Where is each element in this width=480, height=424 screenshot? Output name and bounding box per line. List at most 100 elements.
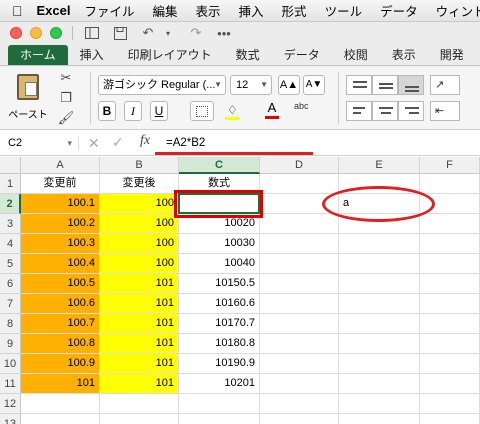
cell-c12[interactable] — [179, 394, 260, 414]
decrease-font-size-button[interactable]: A▼ — [303, 75, 325, 95]
cell-a9[interactable]: 100.8 — [21, 334, 100, 354]
redo-icon[interactable]: ↷ — [187, 25, 205, 41]
cell-e9[interactable] — [339, 334, 420, 354]
cell-b4[interactable]: 100 — [100, 234, 179, 254]
increase-font-size-button[interactable]: A▲ — [278, 75, 300, 95]
row-header-8[interactable]: 8 — [0, 314, 21, 334]
cell-f7[interactable] — [420, 294, 480, 314]
menu-file[interactable]: ファイル — [84, 1, 134, 20]
cell-f4[interactable] — [420, 234, 480, 254]
cell-d6[interactable] — [260, 274, 339, 294]
fill-color-button[interactable]: ♢ — [222, 101, 246, 121]
cell-d11[interactable] — [260, 374, 339, 394]
cell-a3[interactable]: 100.2 — [21, 214, 100, 234]
cell-c8[interactable]: 10170.7 — [179, 314, 260, 334]
cell-e5[interactable] — [339, 254, 420, 274]
cell-b13[interactable] — [100, 414, 179, 424]
column-header-d[interactable]: D — [260, 157, 339, 174]
menu-format[interactable]: 形式 — [282, 1, 307, 20]
row-header-6[interactable]: 6 — [0, 274, 21, 294]
borders-button[interactable] — [190, 101, 214, 121]
column-header-e[interactable]: E — [339, 157, 420, 174]
menu-edit[interactable]: 編集 — [153, 1, 178, 20]
font-size-dropdown[interactable]: 12 ▼ — [230, 75, 272, 95]
tab-formulas[interactable]: 数式 — [224, 45, 272, 65]
save-icon[interactable] — [111, 25, 129, 41]
menu-view[interactable]: 表示 — [196, 1, 221, 20]
cell-a11[interactable]: 101 — [21, 374, 100, 394]
column-header-a[interactable]: A — [21, 157, 100, 174]
cell-c7[interactable]: 10160.6 — [179, 294, 260, 314]
align-left-button[interactable] — [346, 101, 372, 121]
cell-a6[interactable]: 100.5 — [21, 274, 100, 294]
align-right-button[interactable] — [398, 101, 424, 121]
cell-c10[interactable]: 10190.9 — [179, 354, 260, 374]
cell-f1[interactable] — [420, 174, 480, 194]
cell-b9[interactable]: 101 — [100, 334, 179, 354]
tab-data[interactable]: データ — [272, 45, 332, 65]
cell-e13[interactable] — [339, 414, 420, 424]
cell-f12[interactable] — [420, 394, 480, 414]
tab-insert[interactable]: 挿入 — [68, 45, 116, 65]
cell-b3[interactable]: 100 — [100, 214, 179, 234]
cell-d12[interactable] — [260, 394, 339, 414]
cell-d4[interactable] — [260, 234, 339, 254]
align-center-button[interactable] — [372, 101, 398, 121]
cell-f9[interactable] — [420, 334, 480, 354]
menu-data[interactable]: データ — [380, 1, 418, 20]
cell-c13[interactable] — [179, 414, 260, 424]
cut-icon[interactable]: ✂ — [61, 70, 72, 86]
tab-page-layout[interactable]: 印刷レイアウト — [116, 45, 224, 65]
minimize-window-button[interactable] — [30, 27, 42, 39]
cell-e11[interactable] — [339, 374, 420, 394]
cell-b5[interactable]: 100 — [100, 254, 179, 274]
cell-f6[interactable] — [420, 274, 480, 294]
cell-d5[interactable] — [260, 254, 339, 274]
copy-icon[interactable]: ❐ — [60, 90, 72, 106]
cell-a5[interactable]: 100.4 — [21, 254, 100, 274]
cell-b12[interactable] — [100, 394, 179, 414]
phonetic-guide-button[interactable]: abc — [294, 101, 309, 111]
cell-f10[interactable] — [420, 354, 480, 374]
cell-a10[interactable]: 100.9 — [21, 354, 100, 374]
row-header-11[interactable]: 11 — [0, 374, 21, 394]
cell-f8[interactable] — [420, 314, 480, 334]
decrease-indent-button[interactable]: ⇤ — [430, 101, 460, 121]
tab-view[interactable]: 表示 — [380, 45, 428, 65]
menu-window[interactable]: ウィンドウ — [436, 1, 480, 20]
row-header-12[interactable]: 12 — [0, 394, 21, 414]
row-header-10[interactable]: 10 — [0, 354, 21, 374]
cell-c11[interactable]: 10201 — [179, 374, 260, 394]
cell-d10[interactable] — [260, 354, 339, 374]
cell-b6[interactable]: 101 — [100, 274, 179, 294]
close-window-button[interactable] — [10, 27, 22, 39]
row-header-13[interactable]: 13 — [0, 414, 21, 424]
align-middle-button[interactable] — [372, 75, 398, 95]
align-bottom-button[interactable] — [398, 75, 424, 95]
row-header-7[interactable]: 7 — [0, 294, 21, 314]
cell-b8[interactable]: 101 — [100, 314, 179, 334]
worksheet-grid[interactable]: ABCDEF1変更前変更後数式2100.110010010a3100.21001… — [0, 157, 480, 424]
row-header-5[interactable]: 5 — [0, 254, 21, 274]
cell-a12[interactable] — [21, 394, 100, 414]
cell-a7[interactable]: 100.6 — [21, 294, 100, 314]
cell-a2[interactable]: 100.1 — [21, 194, 100, 214]
cell-d8[interactable] — [260, 314, 339, 334]
row-header-2[interactable]: 2 — [0, 194, 21, 214]
name-box[interactable]: C2 ▾ — [8, 135, 72, 151]
cell-d3[interactable] — [260, 214, 339, 234]
tab-review[interactable]: 校閲 — [332, 45, 380, 65]
italic-button[interactable]: I — [124, 101, 142, 121]
cell-d9[interactable] — [260, 334, 339, 354]
cell-e6[interactable] — [339, 274, 420, 294]
undo-icon[interactable]: ↶ — [139, 25, 157, 41]
row-header-9[interactable]: 9 — [0, 334, 21, 354]
cell-e12[interactable] — [339, 394, 420, 414]
cell-d1[interactable] — [260, 174, 339, 194]
insert-function-icon[interactable]: fx — [140, 133, 150, 149]
cell-c5[interactable]: 10040 — [179, 254, 260, 274]
sidebar-toggle-icon[interactable] — [83, 25, 101, 41]
cell-b7[interactable]: 101 — [100, 294, 179, 314]
cell-f5[interactable] — [420, 254, 480, 274]
column-header-f[interactable]: F — [420, 157, 480, 174]
